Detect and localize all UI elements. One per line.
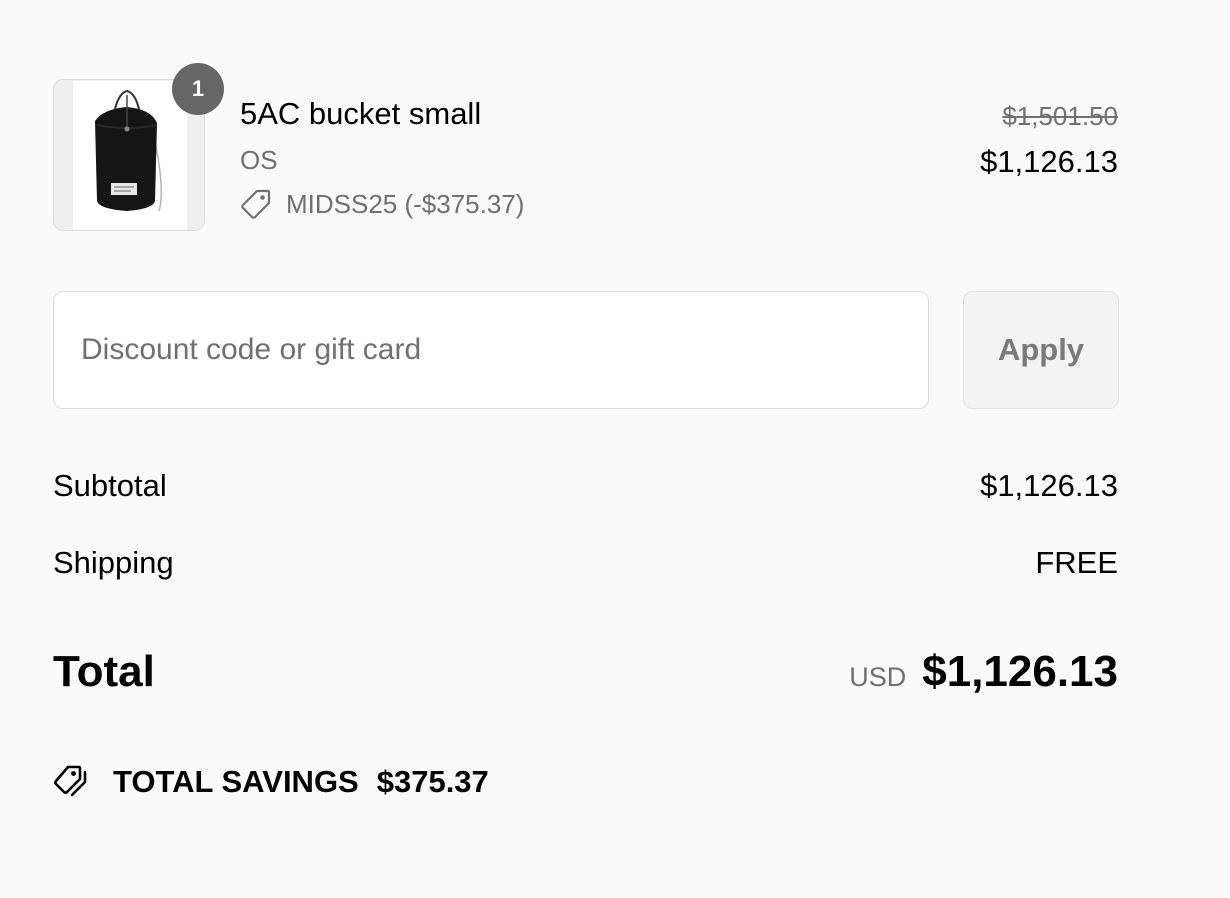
shipping-label: Shipping xyxy=(53,545,174,580)
price-original: $1,501.50 xyxy=(1002,101,1118,131)
total-currency: USD xyxy=(849,662,907,692)
tags-icon xyxy=(54,765,87,797)
savings-label: TOTAL SAVINGS xyxy=(113,764,359,799)
total-amount: $1,126.13 xyxy=(922,647,1118,696)
total-label: Total xyxy=(53,647,155,696)
order-summary: 1 5AC bucket small OS MIDSS25 (-$375.37)… xyxy=(0,0,1230,898)
subtotal-value: $1,126.13 xyxy=(980,468,1118,503)
product-discount: MIDSS25 (-$375.37) xyxy=(240,186,524,222)
discount-code-input[interactable] xyxy=(53,291,929,409)
total-value: USD $1,126.13 xyxy=(849,645,1118,699)
product-variant: OS xyxy=(240,145,278,175)
total-savings: TOTAL SAVINGS $375.37 xyxy=(53,762,489,802)
savings-amount: $375.37 xyxy=(376,764,489,799)
product-thumbnail: 1 xyxy=(53,63,224,231)
shipping-value: FREE xyxy=(1035,545,1118,580)
quantity-badge: 1 xyxy=(172,63,224,115)
tag-icon xyxy=(241,189,271,219)
subtotal-label: Subtotal xyxy=(53,468,167,503)
apply-button[interactable]: Apply xyxy=(963,291,1119,409)
price-final: $1,126.13 xyxy=(980,144,1118,179)
product-name: 5AC bucket small xyxy=(240,96,482,131)
discount-code-label: MIDSS25 (-$375.37) xyxy=(286,188,525,219)
product-photo xyxy=(73,81,187,230)
bag-icon xyxy=(95,89,162,212)
